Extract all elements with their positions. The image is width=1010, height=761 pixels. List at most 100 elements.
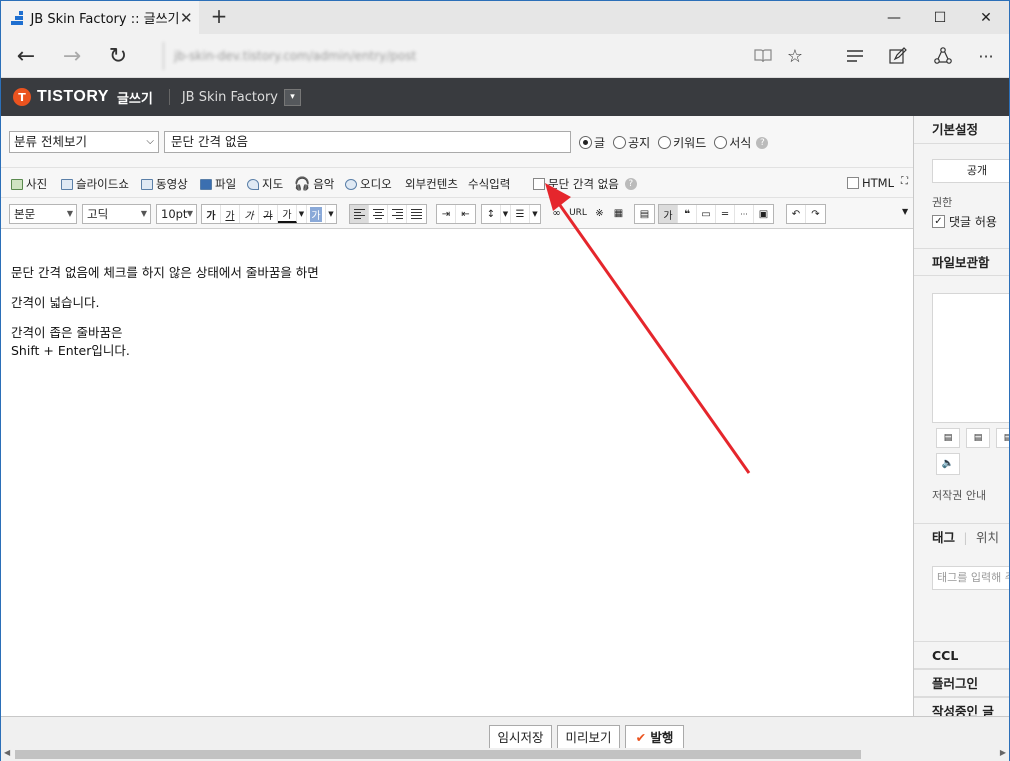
audio-insert-icon[interactable]: 🔈 [936, 453, 960, 475]
blog-name[interactable]: JB Skin Factory [182, 90, 278, 105]
link-icon[interactable]: ∞ [547, 204, 566, 222]
attach-external[interactable]: 외부컨텐츠 [405, 176, 458, 192]
align-right-button[interactable] [388, 205, 407, 223]
attach-file[interactable]: 파일 [200, 176, 236, 192]
attach-photo[interactable]: 사진 [11, 176, 47, 192]
scroll-right-icon[interactable]: ▶ [1000, 748, 1006, 757]
justify-button[interactable] [407, 205, 426, 223]
browser-tab[interactable]: JB Skin Factory :: 글쓰기 ✕ [1, 1, 199, 34]
layout-icon[interactable]: ▤ [635, 205, 654, 223]
list-button[interactable]: ☰ [511, 205, 530, 223]
basic-settings-heading[interactable]: 기본설정 [914, 116, 1009, 144]
title-input[interactable]: 문단 간격 없음 [164, 131, 571, 153]
toolbar-collapse-icon[interactable]: ▼ [902, 207, 908, 216]
indent-button[interactable]: ⇥ [437, 205, 456, 223]
redo-icon[interactable]: ↷ [806, 205, 825, 223]
attach-slideshow[interactable]: 슬라이드쇼 [61, 176, 129, 192]
share-icon[interactable] [926, 40, 960, 72]
chevron-down-icon[interactable]: ▼ [530, 205, 540, 223]
line-icon[interactable]: ═ [716, 205, 735, 223]
help-icon[interactable]: ? [756, 136, 769, 149]
save-icon[interactable]: ▣ [754, 205, 773, 223]
help-icon[interactable]: ? [624, 178, 637, 190]
html-option[interactable]: HTML [847, 176, 894, 190]
quote-icon[interactable]: ❝ [678, 205, 697, 223]
drafts-heading[interactable]: 작성중인 글 [914, 697, 1009, 716]
new-tab-icon[interactable]: + [207, 5, 231, 29]
attach-audio[interactable]: 오디오 [345, 176, 392, 192]
ccl-heading[interactable]: CCL [914, 641, 1009, 669]
align-left-button[interactable] [350, 205, 369, 223]
plugin-heading[interactable]: 플러그인 [914, 669, 1009, 697]
editor-content[interactable]: 문단 간격 없음에 체크를 하지 않은 상태에서 줄바꿈을 하면 간격이 넓습니… [1, 229, 913, 716]
more-text-icon[interactable]: ··· [735, 205, 754, 223]
scroll-left-icon[interactable]: ◀ [4, 748, 10, 757]
tab-location[interactable]: 위치 [976, 530, 999, 545]
url-field[interactable]: jb-skin-dev.tistory.com/admin/entry/post [163, 42, 723, 70]
window-close-icon[interactable]: ✕ [963, 1, 1009, 34]
reading-view-icon[interactable] [746, 40, 780, 72]
highlight-button[interactable]: 가 [307, 205, 326, 223]
scrollbar-thumb[interactable] [15, 750, 861, 759]
underline-button[interactable]: 가 [221, 205, 240, 223]
tistory-logo[interactable]: TISTORY [37, 88, 109, 106]
url-button[interactable]: URL [566, 204, 590, 222]
align-center-button[interactable] [369, 205, 388, 223]
strikethrough-button[interactable]: 가 [259, 205, 278, 223]
html-checkbox[interactable] [847, 177, 859, 189]
preview-button[interactable]: 미리보기 [557, 725, 620, 750]
horizontal-scrollbar[interactable]: ◀ ▶ [1, 748, 1009, 761]
attach-formula[interactable]: 수식입력 [468, 176, 510, 192]
no-spacing-option[interactable]: 문단 간격 없음? [533, 176, 637, 192]
tab-tag[interactable]: 태그 [932, 530, 955, 545]
fullscreen-icon[interactable]: ⛶ [901, 176, 908, 187]
minimize-icon[interactable]: — [871, 1, 917, 34]
refresh-icon[interactable]: ↻ [101, 40, 135, 72]
font-color-button[interactable]: 가 [278, 205, 297, 223]
bold-button[interactable]: 가 [202, 205, 221, 223]
back-icon[interactable]: ← [9, 40, 43, 72]
category-select[interactable]: 분류 전체보기 ⌵ [9, 131, 159, 153]
no-spacing-checkbox[interactable] [533, 178, 545, 190]
file-list[interactable] [932, 293, 1009, 423]
chevron-down-icon[interactable]: ▼ [297, 205, 307, 223]
radio-template[interactable]: 서식? [714, 134, 769, 151]
tistory-logo-icon[interactable]: T [13, 88, 31, 106]
insert-right-icon[interactable]: ▤ [996, 428, 1009, 448]
hub-icon[interactable] [838, 40, 872, 72]
chevron-down-icon[interactable]: ▼ [326, 205, 336, 223]
radio-notice[interactable]: 공지 [613, 134, 650, 151]
web-note-icon[interactable] [881, 40, 915, 72]
radio-post[interactable]: 글 [579, 134, 605, 151]
comment-allow-option[interactable]: ✓ 댓글 허용 [932, 213, 997, 230]
maximize-icon[interactable]: ☐ [917, 1, 963, 34]
tab-close-icon[interactable]: ✕ [180, 9, 194, 27]
divider-icon[interactable]: ▭ [697, 205, 716, 223]
publish-button[interactable]: ✔ 발행 [625, 725, 684, 750]
undo-icon[interactable]: ↶ [787, 205, 806, 223]
font-select[interactable]: 고딕 ▼ [82, 204, 151, 224]
more-icon[interactable]: ··· [969, 40, 1003, 72]
tag-input[interactable]: 태그를 입력해 주 [932, 566, 1009, 590]
attach-map[interactable]: 지도 [247, 176, 283, 192]
chevron-down-icon[interactable]: ▼ [501, 205, 511, 223]
attach-music[interactable]: 🎧 음악 [294, 176, 334, 192]
outdent-button[interactable]: ⇤ [456, 205, 475, 223]
favorite-star-icon[interactable]: ☆ [778, 40, 812, 72]
line-height-button[interactable]: ↕ [482, 205, 501, 223]
forward-icon[interactable]: → [55, 40, 89, 72]
table-icon[interactable]: ▦ [609, 204, 628, 222]
public-button[interactable]: 공개 [932, 159, 1009, 183]
text-box-icon[interactable]: 가 [659, 205, 678, 223]
italic-button[interactable]: 가 [240, 205, 259, 223]
radio-keyword[interactable]: 키워드 [658, 134, 706, 151]
paragraph-style-select[interactable]: 본문 ▼ [9, 204, 77, 224]
insert-center-icon[interactable]: ▤ [966, 428, 990, 448]
insert-left-icon[interactable]: ▤ [936, 428, 960, 448]
save-draft-button[interactable]: 임시저장 [489, 725, 552, 750]
file-box-heading[interactable]: 파일보관함 [914, 248, 1009, 276]
font-size-select[interactable]: 10pt ▼ [156, 204, 197, 224]
attach-video[interactable]: 동영상 [141, 176, 188, 192]
blog-dropdown-icon[interactable]: ▾ [283, 88, 301, 106]
special-char-icon[interactable]: ※ [590, 204, 609, 222]
